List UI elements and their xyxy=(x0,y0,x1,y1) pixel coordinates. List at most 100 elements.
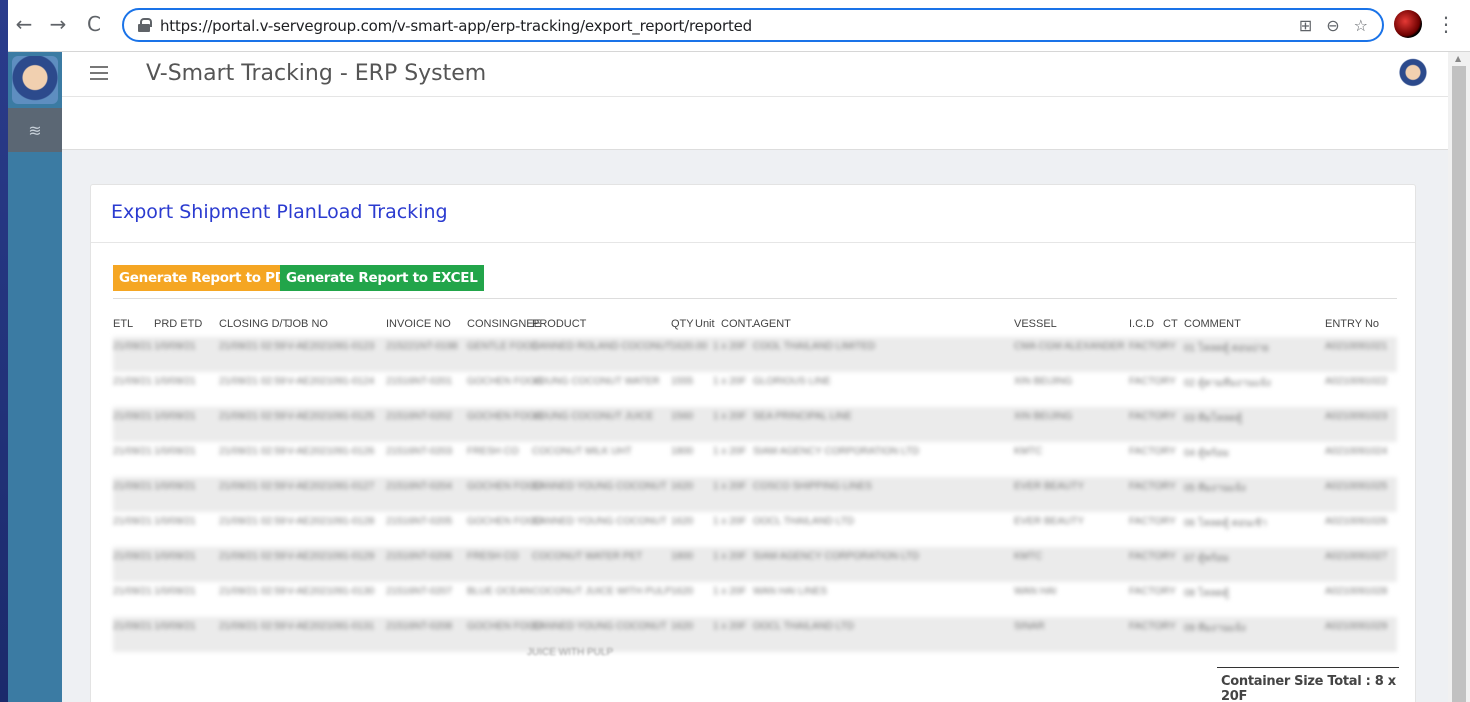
table-row[interactable]: 21/09/21 1/0/09/21 21/09/21 02:59 V-AE20… xyxy=(113,407,1397,442)
table-row[interactable]: 21/09/21 1/0/09/21 21/09/21 02:59 V-AE20… xyxy=(113,372,1397,407)
cell-agent: SEA PRINCIPAL LINE xyxy=(753,411,852,422)
table-row[interactable]: 21/09/21 1/0/09/21 21/09/21 02:59 V-AE20… xyxy=(113,337,1397,372)
cell-invoice: 21516NT-0202 xyxy=(386,411,453,422)
page-scrollbar[interactable]: ▲ xyxy=(1448,52,1470,702)
cell-vessel: KMTC xyxy=(1014,551,1043,562)
cell-entry: A0210091029 xyxy=(1325,621,1388,632)
cell-job-no: V-AE2021091-0131 xyxy=(287,621,375,632)
layers-icon: ≋ xyxy=(28,120,42,140)
cell-agent: COSCO SHIPPING LINES xyxy=(753,481,872,492)
cell-qty: 1620 xyxy=(671,586,694,597)
cell-icd: FACTORY xyxy=(1129,446,1176,457)
bookmark-star-icon[interactable]: ☆ xyxy=(1354,16,1368,35)
cell-agent: WAN HAI LINES xyxy=(753,586,828,597)
table-body: 21/09/21 1/0/09/21 21/09/21 02:59 V-AE20… xyxy=(113,337,1397,653)
cell-prd-etd: 1/0/09/21 xyxy=(154,481,196,492)
table-row[interactable]: 21/09/21 1/0/09/21 21/09/21 02:59 V-AE20… xyxy=(113,582,1397,617)
table-row[interactable]: 21/09/21 1/0/09/21 21/09/21 02:59 V-AE20… xyxy=(113,617,1397,652)
zoom-icon[interactable]: ⊖ xyxy=(1326,16,1339,35)
user-avatar[interactable] xyxy=(1398,58,1428,90)
header-subbar xyxy=(62,96,1448,150)
cell-etl: 21/09/21 xyxy=(113,516,152,527)
cell-vessel: CMA CGM ALEXANDER xyxy=(1014,341,1125,352)
cell-comment: 08 โหลดตู้ xyxy=(1184,588,1229,599)
cell-product: YOUNG COCONUT JUICE xyxy=(532,411,654,422)
cell-closing: 21/09/21 02:59 xyxy=(219,586,286,597)
cell-comment: 04 ตู้พร้อม xyxy=(1184,448,1229,459)
cell-comment: 09 ทีมงานแจ้ง xyxy=(1184,623,1246,634)
col-etl: ETL xyxy=(113,318,134,330)
app-title: V-Smart Tracking - ERP System xyxy=(146,61,487,86)
cell-icd: FACTORY xyxy=(1129,481,1176,492)
cell-invoice: 21516NT-0207 xyxy=(386,586,453,597)
scrollbar-thumb[interactable] xyxy=(1452,66,1466,702)
table-row[interactable]: 21/09/21 1/0/09/21 21/09/21 02:59 V-AE20… xyxy=(113,547,1397,582)
cell-consignee: GENTLE FOOD xyxy=(467,341,539,352)
cell-invoice: 21516NT-0208 xyxy=(386,621,453,632)
forward-icon[interactable]: → xyxy=(46,12,70,36)
cell-etl: 21/09/21 xyxy=(113,621,152,632)
cell-prd-etd: 1/0/09/21 xyxy=(154,446,196,457)
cell-qty: 1560 xyxy=(671,411,694,422)
col-icd: I.C.D xyxy=(1129,318,1155,330)
cell-vessel: EVER BEAUTY xyxy=(1014,516,1085,527)
col-product: PRODUCT xyxy=(532,318,587,330)
browser-window: ← → C https://portal.v-servegroup.com/v-… xyxy=(8,0,1470,702)
generate-excel-button[interactable]: Generate Report to EXCEL xyxy=(280,265,484,291)
cell-qty: 1620 xyxy=(671,516,694,527)
cell-comment: 05 ทีมงานแจ้ง xyxy=(1184,483,1246,494)
qr-code-icon[interactable]: ⊞ xyxy=(1299,16,1312,35)
cell-product: COCONUT WATER PET xyxy=(532,551,643,562)
cell-prd-etd: 1/0/09/21 xyxy=(154,341,196,352)
app-body: ≋ V-Smart Tracking - ERP System ▲ Export… xyxy=(8,52,1470,702)
container-size-total: Container Size Total : 8 x 20F xyxy=(1221,674,1396,702)
cell-consignee: FRESH CO xyxy=(467,551,519,562)
cell-closing: 21/09/21 02:59 xyxy=(219,516,286,527)
cell-agent: OOCL THAILAND LTD xyxy=(753,621,854,632)
cell-agent: SIAM AGENCY CORPORATION LTD xyxy=(753,551,920,562)
cell-agent: OOCL THAILAND LTD xyxy=(753,516,854,527)
address-bar[interactable]: https://portal.v-servegroup.com/v-smart-… xyxy=(122,8,1384,42)
window-frame-edge xyxy=(0,0,8,702)
table-row[interactable]: 21/09/21 1/0/09/21 21/09/21 02:59 V-AE20… xyxy=(113,442,1397,477)
cell-vessel: XIN BEIJING xyxy=(1014,376,1073,387)
cell-qty: 1620 xyxy=(671,481,694,492)
cell-closing: 21/09/21 02:59 xyxy=(219,621,286,632)
cell-invoice: 21516NT-0204 xyxy=(386,481,453,492)
cell-prd-etd: 1/0/09/21 xyxy=(154,516,196,527)
cell-qty: 1800 xyxy=(671,551,694,562)
cell-icd: FACTORY xyxy=(1129,551,1176,562)
table-row[interactable]: 21/09/21 1/0/09/21 21/09/21 02:59 V-AE20… xyxy=(113,512,1397,547)
cell-etl: 21/09/21 xyxy=(113,341,152,352)
back-icon[interactable]: ← xyxy=(12,12,36,36)
table-row[interactable]: 21/09/21 1/0/09/21 21/09/21 02:59 V-AE20… xyxy=(113,477,1397,512)
scroll-up-arrow-icon[interactable]: ▲ xyxy=(1455,54,1461,63)
cell-vessel: KMTC xyxy=(1014,446,1043,457)
profile-avatar[interactable] xyxy=(1394,10,1422,38)
cell-prd-etd: 1/0/09/21 xyxy=(154,551,196,562)
url-text[interactable]: https://portal.v-servegroup.com/v-smart-… xyxy=(160,17,752,35)
cell-comment: 07 ตู้พร้อม xyxy=(1184,553,1229,564)
cell-cont: 1 x 20F xyxy=(713,586,747,597)
col-entry-no: ENTRY No xyxy=(1325,318,1380,330)
hamburger-menu-icon[interactable] xyxy=(90,66,108,80)
cell-job-no: V-AE2021091-0126 xyxy=(287,446,375,457)
table-header: ETL PRD ETD CLOSING D/T JOB NO INVOICE N… xyxy=(113,316,1397,336)
cell-entry: A0210091027 xyxy=(1325,551,1388,562)
browser-menu-icon[interactable]: ⋮ xyxy=(1436,12,1456,36)
cell-consignee: FRESH CO xyxy=(467,446,519,457)
sidebar-item-layers[interactable]: ≋ xyxy=(8,108,62,152)
cell-qty: 1620.00 xyxy=(671,341,708,352)
col-invoice-no: INVOICE NO xyxy=(386,318,451,330)
cell-product: CANNED YOUNG COCONUT xyxy=(532,516,667,527)
lock-icon[interactable] xyxy=(138,18,152,32)
generate-pdf-button[interactable]: Generate Report to PDF xyxy=(113,265,301,291)
cell-comment: 02 ตู้ตามทีมงานแจ้ง xyxy=(1184,378,1271,389)
cell-prd-etd: 1/0/09/21 xyxy=(154,376,196,387)
reload-icon[interactable]: C xyxy=(82,12,106,36)
col-prd-etd: PRD ETD xyxy=(154,318,203,330)
cell-icd: FACTORY xyxy=(1129,516,1176,527)
cell-job-no: V-AE2021091-0125 xyxy=(287,411,375,422)
page-title: Export Shipment PlanLoad Tracking xyxy=(111,201,448,223)
app-logo[interactable] xyxy=(12,56,58,104)
